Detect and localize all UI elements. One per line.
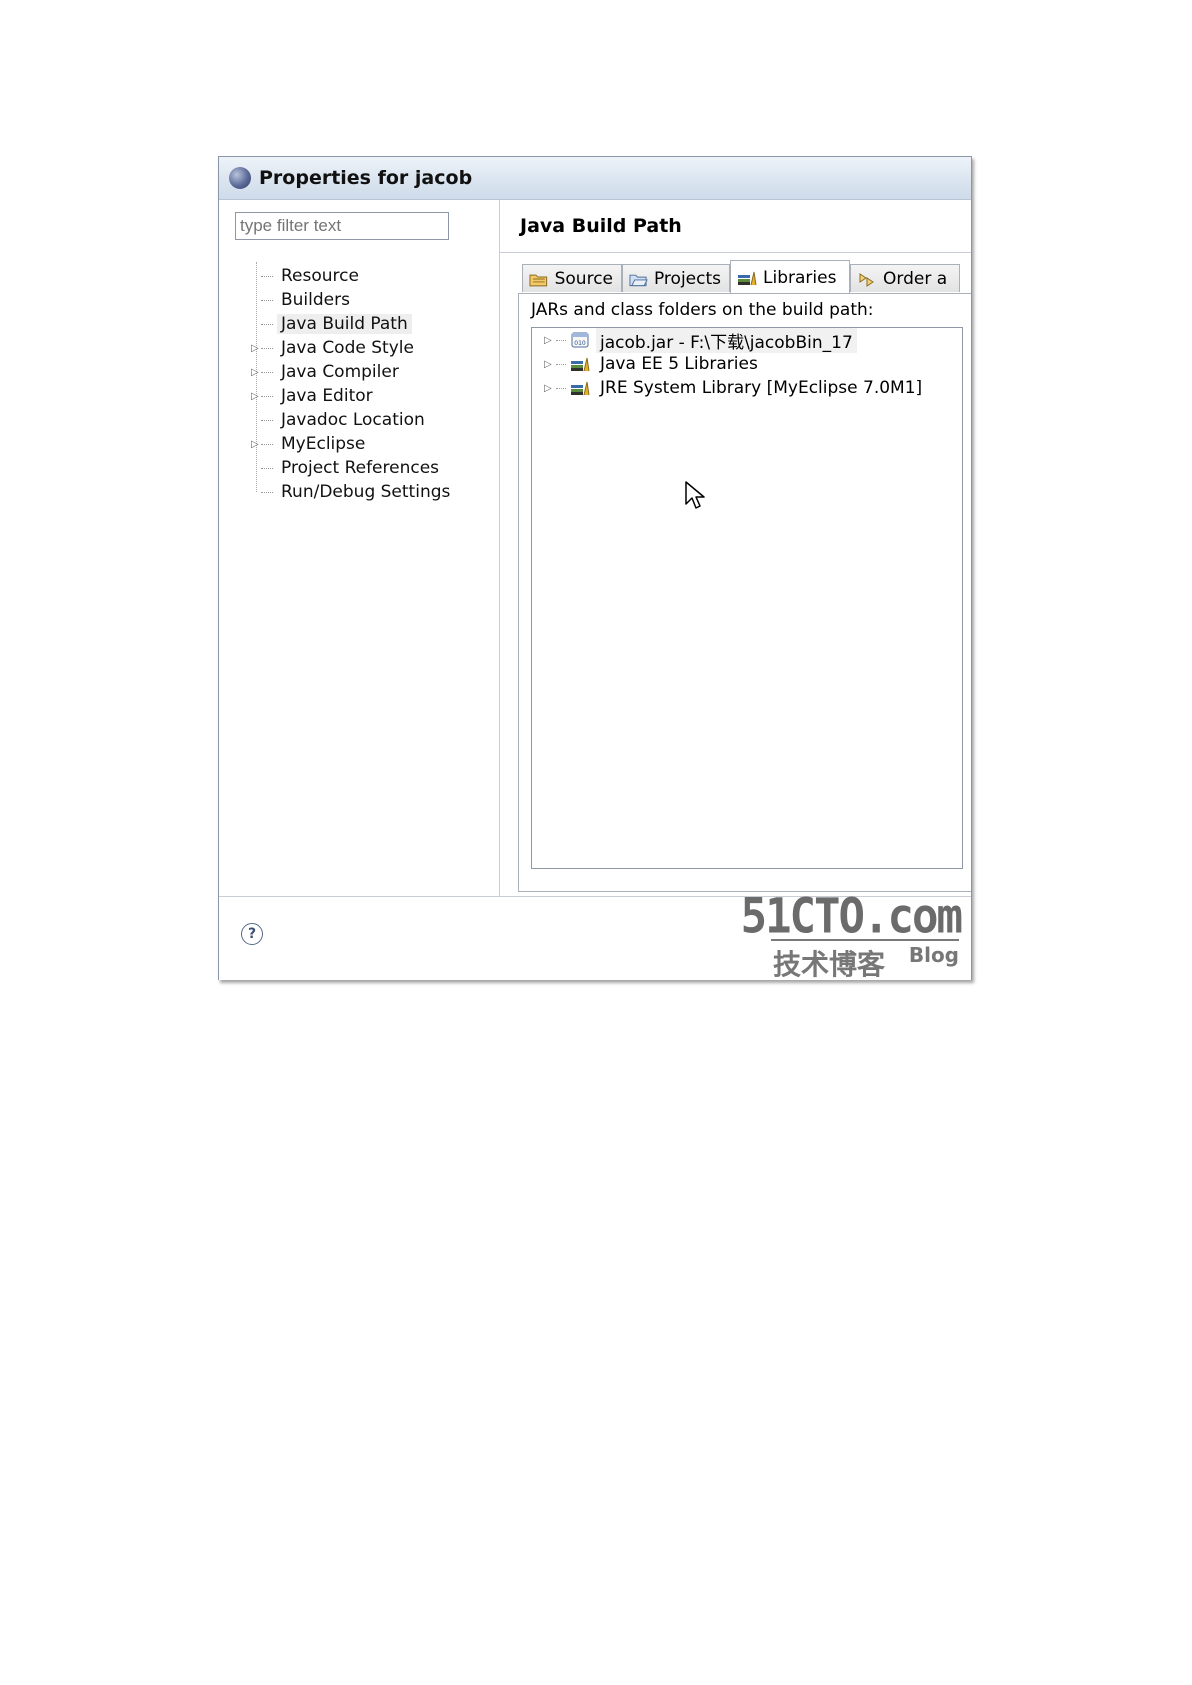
order-export-icon bbox=[859, 272, 874, 287]
help-icon[interactable]: ? bbox=[241, 923, 263, 945]
tree-item-project-references[interactable]: Project References bbox=[251, 456, 443, 480]
expand-arrow-icon[interactable]: ▷ bbox=[544, 359, 556, 370]
tree-item-resource[interactable]: Resource bbox=[251, 264, 363, 288]
watermark-divider bbox=[771, 939, 959, 941]
tree-item-javadoc-location[interactable]: Javadoc Location bbox=[251, 408, 429, 432]
expand-arrow-icon[interactable]: ▷ bbox=[251, 343, 261, 354]
jar-icon: 010 bbox=[571, 332, 589, 348]
tree-item-java-compiler[interactable]: ▷ Java Compiler bbox=[251, 360, 403, 384]
expand-arrow-icon[interactable]: ▷ bbox=[251, 391, 261, 402]
tree-item-run-debug-settings[interactable]: Run/Debug Settings bbox=[251, 480, 454, 504]
watermark-subtitle: 技术博客 bbox=[773, 948, 886, 981]
tab-projects[interactable]: Projects bbox=[622, 264, 730, 292]
tab-source[interactable]: Source bbox=[522, 264, 622, 292]
page-title: Java Build Path bbox=[500, 200, 971, 253]
tree-item-builders[interactable]: Builders bbox=[251, 288, 354, 312]
build-path-label: JARs and class folders on the build path… bbox=[531, 300, 874, 320]
tree-item-java-code-style[interactable]: ▷ Java Code Style bbox=[251, 336, 418, 360]
watermark-blog: Blog bbox=[908, 943, 959, 967]
library-icon bbox=[571, 381, 590, 396]
library-icon bbox=[571, 357, 590, 372]
list-item-jre-system-library[interactable]: ▷ JRE System Library [MyEclipse 7.0M1] bbox=[544, 376, 926, 400]
libraries-icon bbox=[738, 271, 757, 285]
expand-arrow-icon[interactable]: ▷ bbox=[251, 367, 261, 378]
expand-arrow-icon[interactable]: ▷ bbox=[544, 335, 556, 346]
filter-input[interactable] bbox=[235, 212, 449, 240]
tab-libraries[interactable]: Libraries bbox=[730, 260, 850, 294]
projects-folder-icon bbox=[629, 274, 648, 286]
eclipse-app-icon bbox=[229, 167, 251, 189]
right-panel: Java Build Path Source Projects Librarie… bbox=[500, 200, 971, 896]
title-bar[interactable]: Properties for jacob bbox=[219, 157, 971, 200]
tab-bar: Source Projects Libraries Order a bbox=[522, 260, 971, 294]
library-list[interactable]: ▷ 010 jacob.jar - F:\下载\jacobBin_17 ▷ Ja… bbox=[531, 327, 963, 869]
watermark-logo: 51CTO.com bbox=[740, 888, 963, 945]
tree-item-myeclipse[interactable]: ▷ MyEclipse bbox=[251, 432, 369, 456]
list-item-java-ee-5-libraries[interactable]: ▷ Java EE 5 Libraries bbox=[544, 352, 762, 376]
source-folder-icon bbox=[529, 274, 548, 286]
list-item-jacob-jar[interactable]: ▷ 010 jacob.jar - F:\下载\jacobBin_17 bbox=[544, 327, 857, 353]
expand-arrow-icon[interactable]: ▷ bbox=[544, 383, 556, 394]
mouse-pointer-icon bbox=[685, 481, 705, 509]
left-panel: Resource Builders Java Build Path ▷Java … bbox=[219, 200, 500, 896]
properties-dialog: Properties for jacob Resource Builders J… bbox=[218, 156, 972, 981]
tab-order-export[interactable]: Order a bbox=[850, 264, 960, 292]
svg-text:010: 010 bbox=[574, 340, 586, 347]
dialog-footer: ? 51CTO.com 技术博客 Blog bbox=[219, 888, 971, 981]
window-title: Properties for jacob bbox=[259, 167, 473, 189]
expand-arrow-icon[interactable]: ▷ bbox=[251, 439, 261, 450]
libraries-tab-panel: JARs and class folders on the build path… bbox=[518, 293, 971, 892]
tree-item-java-editor[interactable]: ▷ Java Editor bbox=[251, 384, 377, 408]
tree-item-java-build-path[interactable]: Java Build Path bbox=[251, 312, 412, 336]
